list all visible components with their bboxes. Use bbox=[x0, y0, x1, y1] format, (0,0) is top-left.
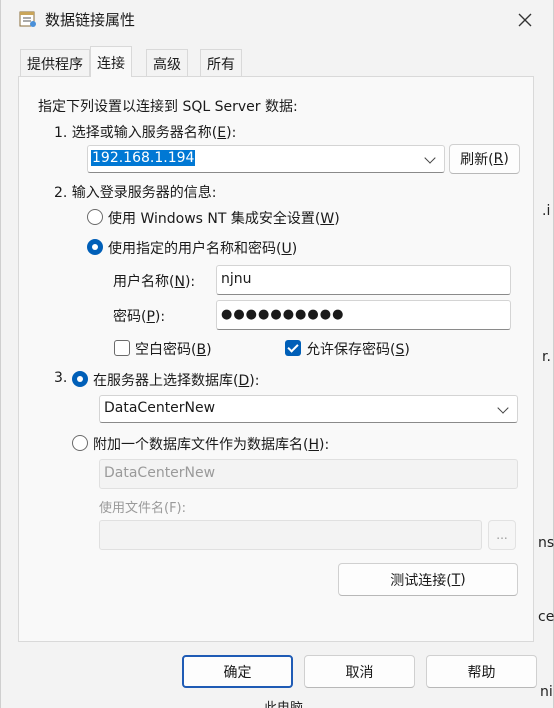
password-input[interactable]: ●●●●●●●●●● bbox=[216, 300, 511, 330]
cancel-button[interactable]: 取消 bbox=[304, 655, 415, 688]
bg-fragment: ce bbox=[538, 609, 554, 625]
server-name-label: 1. 选择或输入服务器名称(E): bbox=[54, 125, 237, 141]
server-name-value: 192.168.1.194 bbox=[91, 150, 196, 166]
tab-provider[interactable]: 提供程序 bbox=[20, 49, 90, 76]
bg-fragment: r. bbox=[542, 349, 551, 365]
attach-database-radio[interactable] bbox=[72, 435, 88, 451]
allow-save-password-checkbox[interactable] bbox=[285, 340, 301, 356]
data-link-properties-dialog: 数据链接属性 提供程序 连接 高级 所有 指定下列设置以连接到 SQL Serv… bbox=[0, 0, 554, 708]
chevron-down-icon[interactable] bbox=[424, 152, 436, 164]
test-connection-button[interactable]: 测试连接(T) bbox=[338, 563, 518, 596]
username-input[interactable]: njnu bbox=[216, 265, 511, 295]
attach-database-label[interactable]: 附加一个数据库文件作为数据库名(H): bbox=[93, 434, 329, 454]
browse-button[interactable]: ... bbox=[488, 520, 516, 550]
help-button[interactable]: 帮助 bbox=[426, 655, 537, 688]
chevron-down-icon[interactable] bbox=[497, 402, 509, 414]
ok-button[interactable]: 确定 bbox=[182, 655, 293, 688]
refresh-button[interactable]: 刷新(R) bbox=[449, 144, 520, 174]
tab-all[interactable]: 所有 bbox=[200, 49, 242, 76]
filename-input[interactable] bbox=[99, 520, 482, 550]
sql-auth-label[interactable]: 使用指定的用户名称和密码(U) bbox=[108, 238, 297, 258]
database-value: DataCenterNew bbox=[104, 400, 216, 416]
windows-auth-radio[interactable] bbox=[87, 209, 103, 225]
dialog-title: 数据链接属性 bbox=[45, 11, 136, 29]
login-info-label: 2. 输入登录服务器的信息: bbox=[54, 185, 217, 201]
dialog-app-icon bbox=[19, 10, 37, 28]
bg-fragment: .i bbox=[542, 203, 551, 219]
database-combobox[interactable]: DataCenterNew bbox=[99, 395, 518, 423]
bg-fragment: 此电脑 bbox=[264, 697, 303, 708]
password-value: ●●●●●●●●●● bbox=[221, 307, 345, 322]
select-database-radio[interactable] bbox=[72, 371, 88, 387]
attach-database-name-value: DataCenterNew bbox=[104, 465, 216, 481]
server-name-combobox[interactable]: 192.168.1.194 bbox=[87, 145, 445, 173]
attach-database-name-input[interactable]: DataCenterNew bbox=[99, 459, 518, 489]
username-value: njnu bbox=[221, 271, 252, 287]
bg-fragment: ni bbox=[540, 684, 553, 700]
bg-fragment: ns bbox=[538, 535, 554, 551]
blank-password-checkbox[interactable] bbox=[114, 340, 130, 356]
password-label: 密码(P): bbox=[113, 309, 166, 325]
intro-text: 指定下列设置以连接到 SQL Server 数据: bbox=[38, 99, 298, 115]
allow-save-password-label[interactable]: 允许保存密码(S) bbox=[306, 339, 410, 359]
step3-number: 3. bbox=[54, 370, 68, 386]
windows-auth-label[interactable]: 使用 Windows NT 集成安全设置(W) bbox=[108, 208, 340, 228]
close-button[interactable] bbox=[511, 6, 539, 34]
close-icon bbox=[518, 13, 532, 27]
sql-auth-radio[interactable] bbox=[87, 239, 103, 255]
blank-password-label[interactable]: 空白密码(B) bbox=[135, 339, 212, 359]
title-bar: 数据链接属性 bbox=[1, 0, 553, 40]
select-database-label[interactable]: 在服务器上选择数据库(D): bbox=[93, 370, 259, 390]
tab-advanced[interactable]: 高级 bbox=[146, 49, 188, 76]
username-label: 用户名称(N): bbox=[113, 274, 196, 290]
filename-label: 使用文件名(F): bbox=[99, 501, 187, 516]
tab-connection[interactable]: 连接 bbox=[90, 46, 132, 77]
